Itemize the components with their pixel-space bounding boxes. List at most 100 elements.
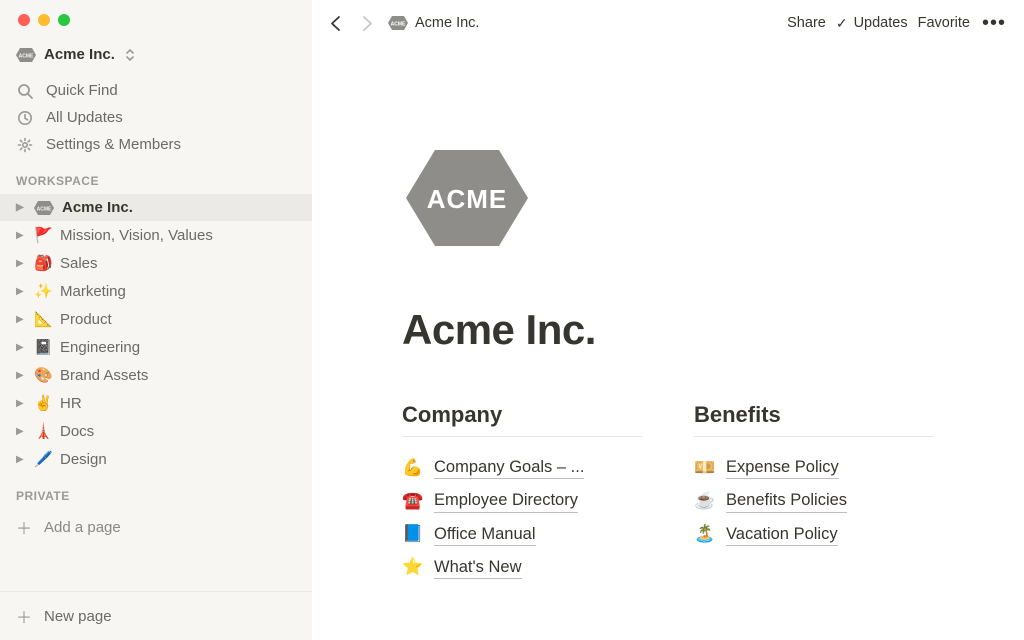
page-label: Brand Assets: [60, 367, 148, 384]
window-controls: [0, 0, 312, 44]
check-icon: ✓: [836, 15, 848, 32]
sidebar-page-item[interactable]: ▶ 📓 Engineering: [0, 333, 312, 361]
disclosure-triangle-icon[interactable]: ▶: [16, 454, 26, 465]
new-page-label: New page: [44, 608, 112, 625]
link-label: What's New: [434, 556, 522, 579]
page-tree: ▶ACMEAcme Inc.▶🚩Mission, Vision, Values▶…: [0, 194, 312, 473]
page-label: Marketing: [60, 283, 126, 300]
page-emoji-icon: 📓: [34, 338, 52, 356]
link-emoji-icon: 💪: [402, 458, 424, 478]
all-updates-label: All Updates: [46, 109, 123, 126]
search-icon: [16, 83, 34, 99]
page-link[interactable]: 💪 Company Goals – ...: [402, 451, 642, 484]
updates-button[interactable]: ✓ Updates: [836, 15, 908, 32]
column-heading[interactable]: Benefits: [694, 402, 934, 437]
window-close-button[interactable]: [18, 14, 30, 26]
more-menu-button[interactable]: •••: [980, 12, 1008, 35]
clock-icon: [16, 110, 34, 126]
disclosure-triangle-icon[interactable]: ▶: [16, 286, 26, 297]
page-link[interactable]: ⭐ What's New: [402, 551, 642, 584]
sidebar-page-item[interactable]: ▶ 🖊️ Design: [0, 445, 312, 473]
link-emoji-icon: 📘: [402, 524, 424, 544]
link-label: Employee Directory: [434, 489, 578, 512]
add-private-page[interactable]: ＋ Add a page: [0, 509, 312, 545]
page-link[interactable]: 📘 Office Manual: [402, 518, 642, 551]
settings-members[interactable]: Settings & Members: [0, 131, 312, 158]
page-icon[interactable]: ACME: [402, 146, 934, 250]
page-icon: ACME: [34, 201, 54, 215]
link-label: Company Goals – ...: [434, 456, 584, 479]
page-link[interactable]: ☎️Employee Directory: [402, 484, 642, 517]
workspace-name: Acme Inc.: [44, 46, 115, 63]
page-emoji-icon: 🎨: [34, 366, 52, 384]
share-button[interactable]: Share: [787, 15, 826, 31]
favorite-button[interactable]: Favorite: [918, 15, 970, 31]
disclosure-triangle-icon[interactable]: ▶: [16, 342, 26, 353]
breadcrumb-label: Acme Inc.: [415, 15, 479, 31]
breadcrumb-icon: ACME: [388, 16, 408, 30]
page-emoji-icon: 🚩: [34, 226, 52, 244]
page-label: Design: [60, 451, 107, 468]
page-link[interactable]: 💴 Expense Policy: [694, 451, 934, 484]
page-label: Sales: [60, 255, 98, 272]
link-emoji-icon: 🏝️: [694, 524, 716, 544]
disclosure-triangle-icon[interactable]: ▶: [16, 370, 26, 381]
link-label: Vacation Policy: [726, 523, 838, 546]
disclosure-triangle-icon[interactable]: ▶: [16, 426, 26, 437]
sidebar-page-item[interactable]: ▶ ✨ Marketing: [0, 277, 312, 305]
page-emoji-icon: 📐: [34, 310, 52, 328]
svg-text:ACME: ACME: [391, 22, 406, 28]
page-emoji-icon: ✌️: [34, 394, 52, 412]
private-section-label: PRIVATE: [0, 473, 312, 509]
sidebar-page-item[interactable]: ▶ 🎨 Brand Assets: [0, 361, 312, 389]
all-updates[interactable]: All Updates: [0, 104, 312, 131]
sidebar-page-item[interactable]: ▶ 🚩 Mission, Vision, Values: [0, 221, 312, 249]
page-label: HR: [60, 395, 82, 412]
page-title[interactable]: Acme Inc.: [402, 306, 934, 354]
main: ACME Acme Inc. Share ✓ Updates Favorite …: [312, 0, 1024, 640]
window-zoom-button[interactable]: [58, 14, 70, 26]
link-emoji-icon: ☕: [694, 491, 716, 511]
sidebar-page-item[interactable]: ▶ ✌️ HR: [0, 389, 312, 417]
page-label: Mission, Vision, Values: [60, 227, 213, 244]
link-label: Expense Policy: [726, 456, 839, 479]
page-emoji-icon: ✨: [34, 282, 52, 300]
workspace-switcher[interactable]: ACME Acme Inc.: [0, 44, 312, 77]
disclosure-triangle-icon[interactable]: ▶: [16, 398, 26, 409]
breadcrumb[interactable]: ACME Acme Inc.: [388, 15, 479, 31]
column-heading[interactable]: Company: [402, 402, 642, 437]
topbar: ACME Acme Inc. Share ✓ Updates Favorite …: [312, 0, 1024, 46]
nav-back-button[interactable]: [328, 15, 348, 32]
chevron-updown-icon: [125, 48, 135, 62]
page-link[interactable]: ☕ Benefits Policies: [694, 484, 934, 517]
page-label: Engineering: [60, 339, 140, 356]
link-emoji-icon: ⭐: [402, 557, 424, 577]
disclosure-triangle-icon[interactable]: ▶: [16, 258, 26, 269]
add-page-label: Add a page: [44, 519, 121, 536]
sidebar-page-item[interactable]: ▶ACMEAcme Inc.: [0, 194, 312, 221]
page-emoji-icon: 🖊️: [34, 450, 52, 468]
sidebar-page-item[interactable]: ▶📐Product: [0, 305, 312, 333]
sidebar: ACME Acme Inc. Quick Find All Updates Se…: [0, 0, 312, 640]
link-label: Benefits Policies: [726, 489, 847, 512]
link-label: Office Manual: [434, 523, 536, 546]
disclosure-triangle-icon[interactable]: ▶: [16, 314, 26, 325]
quick-find[interactable]: Quick Find: [0, 77, 312, 104]
content-column: Benefits 💴 Expense Policy ☕ Benefits Policie…: [694, 402, 934, 584]
svg-text:ACME: ACME: [427, 184, 508, 214]
page-link[interactable]: 🏝️ Vacation Policy: [694, 518, 934, 551]
page-content: ACME Acme Inc. Company 💪 Company Goals – .…: [312, 46, 1024, 584]
content-columns: Company 💪 Company Goals – ... ☎️Employee Di…: [402, 402, 934, 584]
new-page-button[interactable]: ＋ New page: [0, 591, 312, 640]
link-emoji-icon: 💴: [694, 458, 716, 478]
workspace-section-label: WORKSPACE: [0, 158, 312, 194]
svg-text:ACME: ACME: [19, 53, 34, 59]
nav-forward-button[interactable]: [358, 15, 378, 32]
quick-find-label: Quick Find: [46, 82, 118, 99]
disclosure-triangle-icon[interactable]: ▶: [16, 230, 26, 241]
sidebar-page-item[interactable]: ▶🗼Docs: [0, 417, 312, 445]
window-minimize-button[interactable]: [38, 14, 50, 26]
sidebar-page-item[interactable]: ▶🎒Sales: [0, 249, 312, 277]
settings-label: Settings & Members: [46, 136, 181, 153]
disclosure-triangle-icon[interactable]: ▶: [16, 202, 26, 213]
